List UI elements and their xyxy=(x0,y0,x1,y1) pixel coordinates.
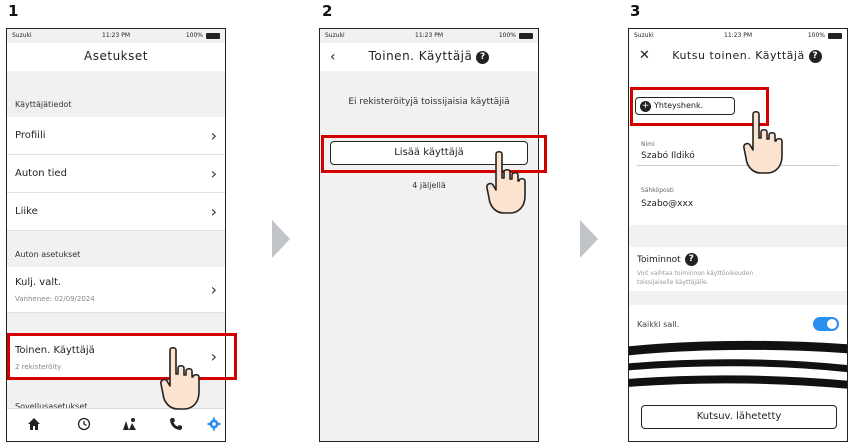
send-invite-button[interactable]: Kutsuv. lähetetty xyxy=(641,405,837,429)
email-label: Sähköposti xyxy=(641,187,674,194)
nav-bar: ✕ Kutsu toinen. Käyttäjä? xyxy=(629,43,847,71)
next-step-arrow xyxy=(272,220,290,258)
row-driver-license[interactable]: Kulj. valt. Vanhenee: 02/09/2024 › xyxy=(7,267,225,313)
battery-percent: 100% xyxy=(185,32,203,39)
next-step-arrow xyxy=(580,220,598,258)
pointing-hand-icon xyxy=(486,150,526,214)
nav-bar: ‹ Toinen. Käyttäjä? xyxy=(320,43,538,71)
email-field[interactable]: Szabo@xxx xyxy=(641,199,693,209)
battery-percent: 100% xyxy=(807,32,825,39)
step-number-2: 2 xyxy=(322,2,333,20)
step-number-1: 1 xyxy=(8,2,19,20)
phone-icon[interactable] xyxy=(167,417,185,433)
row-profile[interactable]: Profiili › xyxy=(7,117,225,155)
section-header-car-settings: Auton asetukset xyxy=(7,231,225,267)
battery-icon xyxy=(828,33,842,39)
functions-title: Toiminnot? xyxy=(637,253,698,266)
chevron-right-icon: › xyxy=(210,202,217,221)
battery-percent: 100% xyxy=(498,32,516,39)
status-bar: Suzuki 11:23 PM 100% xyxy=(7,29,225,43)
section-header-user-info: Käyttäjätiedot xyxy=(7,81,225,117)
history-icon[interactable] xyxy=(75,417,93,433)
home-icon[interactable] xyxy=(25,417,43,433)
tab-bar xyxy=(7,408,225,441)
allow-all-toggle[interactable] xyxy=(813,317,839,331)
redaction-scribble xyxy=(629,340,847,389)
nav-bar: Asetukset xyxy=(7,43,225,71)
pointing-hand-icon xyxy=(160,346,200,410)
row-car-info[interactable]: Auton tied › xyxy=(7,155,225,193)
row-label: Profiili xyxy=(15,130,46,141)
status-bar: Suzuki 11:23 PM 100% xyxy=(320,29,538,43)
help-icon[interactable]: ? xyxy=(808,50,822,63)
map-icon[interactable] xyxy=(121,417,139,433)
name-field[interactable]: Szabó Ildikó xyxy=(641,151,695,161)
help-icon[interactable]: ? xyxy=(476,51,490,64)
row-label: Kulj. valt. xyxy=(15,277,62,288)
settings-icon[interactable] xyxy=(205,417,223,433)
row-label: Auton tied xyxy=(15,168,67,179)
battery-icon xyxy=(206,33,220,39)
empty-state-message: Ei rekisteröityjä toissijaisia käyttäjiä xyxy=(348,97,510,107)
chevron-right-icon: › xyxy=(210,164,217,183)
step-number-3: 3 xyxy=(630,2,641,20)
functions-description: Voit vaihtaa toiminnon käyttöoikeuden to… xyxy=(637,270,754,286)
row-label: Liike xyxy=(15,206,38,217)
status-bar: Suzuki 11:23 PM 100% xyxy=(629,29,847,43)
chevron-right-icon: › xyxy=(210,126,217,145)
page-title: Toinen. Käyttäjä? xyxy=(320,49,538,64)
allow-all-label: Kaikki sall. xyxy=(637,320,680,329)
row-sublabel: Vanhenee: 02/09/2024 xyxy=(15,295,95,303)
pointing-hand-icon xyxy=(743,110,783,174)
section-spacer xyxy=(629,225,847,247)
name-label: Nimi xyxy=(641,141,655,148)
phone-screen-secondary-user: Suzuki 11:23 PM 100% ‹ Toinen. Käyttäjä?… xyxy=(319,28,539,442)
divider xyxy=(637,165,839,166)
page-title: Kutsu toinen. Käyttäjä? xyxy=(647,49,847,63)
section-spacer xyxy=(629,291,847,305)
page-title: Asetukset xyxy=(84,49,148,63)
row-motion[interactable]: Liike › xyxy=(7,193,225,231)
battery-icon xyxy=(519,33,533,39)
chevron-right-icon: › xyxy=(210,280,217,299)
help-icon[interactable]: ? xyxy=(684,253,698,266)
